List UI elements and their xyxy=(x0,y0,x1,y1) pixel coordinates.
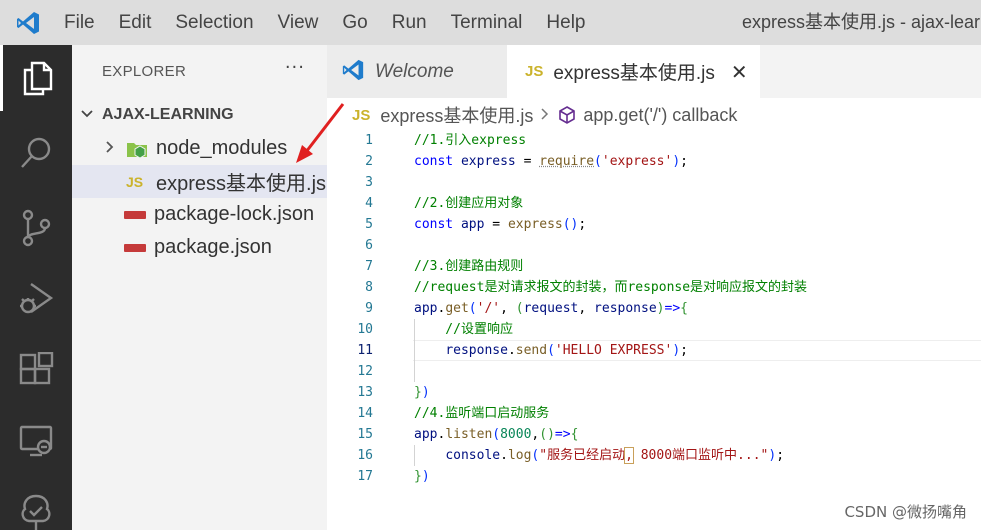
watermark: CSDN @微扬嘴角 xyxy=(844,503,967,521)
annotation-arrow-icon xyxy=(296,103,345,163)
